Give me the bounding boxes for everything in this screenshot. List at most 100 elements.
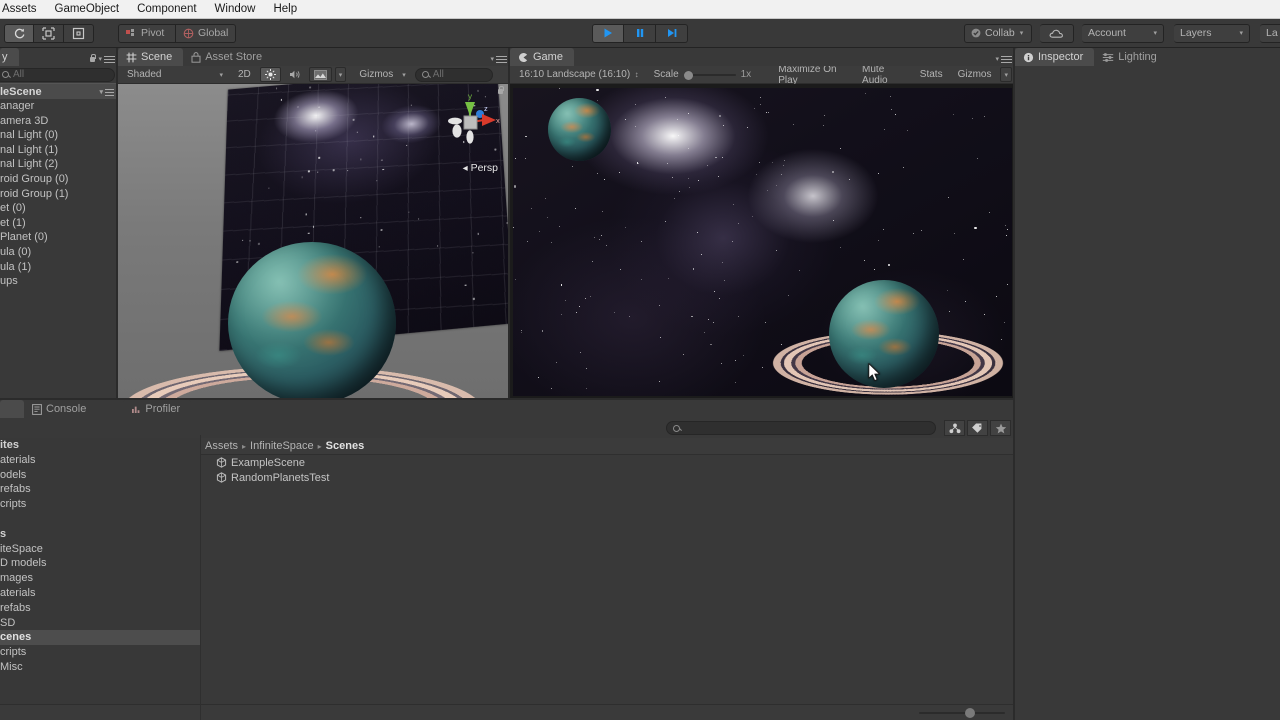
- maximize-on-play-button[interactable]: Maximize On Play: [772, 67, 853, 82]
- vertical-divider-right[interactable]: [1013, 48, 1015, 720]
- project-tree-item[interactable]: aterials: [0, 586, 200, 601]
- hierarchy-item[interactable]: Planet (0): [0, 230, 118, 245]
- project-tree-item[interactable]: ites: [0, 438, 200, 453]
- collab-button[interactable]: Collab ▾: [964, 24, 1032, 43]
- scene-panel-menu[interactable]: ▾: [490, 55, 507, 63]
- game-viewport[interactable]: [510, 84, 1015, 400]
- hamburger-icon[interactable]: [104, 55, 115, 63]
- hierarchy-item[interactable]: ula (0): [0, 245, 118, 260]
- layout-button[interactable]: La: [1260, 24, 1280, 43]
- scale-tool-button[interactable]: [34, 24, 64, 43]
- tab-console[interactable]: Console: [24, 400, 97, 418]
- hamburger-icon[interactable]: [105, 88, 114, 96]
- hierarchy-scene-row[interactable]: leScene ▾: [0, 83, 118, 99]
- favorite-filter-button[interactable]: [990, 420, 1011, 436]
- hierarchy-item[interactable]: roid Group (0): [0, 172, 118, 187]
- hierarchy-search-input[interactable]: All: [0, 68, 115, 82]
- game-gizmos-dropdown[interactable]: ▾: [1000, 67, 1012, 82]
- step-button[interactable]: [656, 24, 688, 43]
- hierarchy-item[interactable]: et (1): [0, 216, 118, 231]
- hierarchy-item[interactable]: nal Light (0): [0, 128, 118, 143]
- toggle-2d-button[interactable]: 2D: [232, 67, 257, 82]
- scene-orientation-gizmo[interactable]: y z x: [438, 90, 502, 154]
- project-tree-item-selected[interactable]: cenes: [0, 630, 200, 645]
- project-tree-item[interactable]: cripts: [0, 497, 200, 512]
- hierarchy-item[interactable]: roid Group (1): [0, 187, 118, 202]
- hamburger-icon[interactable]: [496, 55, 507, 63]
- type-filter-button[interactable]: [944, 420, 965, 436]
- scene-row-menu[interactable]: ▾: [99, 88, 114, 96]
- mute-audio-button[interactable]: Mute Audio: [856, 67, 911, 82]
- hierarchy-item[interactable]: amera 3D: [0, 114, 118, 129]
- menu-item-window[interactable]: Window: [206, 0, 265, 18]
- hierarchy-item[interactable]: et (0): [0, 201, 118, 216]
- hierarchy-item[interactable]: nal Light (1): [0, 143, 118, 158]
- hierarchy-panel-menu[interactable]: ▾: [88, 54, 115, 63]
- menu-item-gameobject[interactable]: GameObject: [46, 0, 129, 18]
- account-button[interactable]: Account ▾: [1082, 24, 1164, 43]
- vertical-divider-project[interactable]: [200, 435, 201, 720]
- menu-item-help[interactable]: Help: [264, 0, 306, 18]
- breadcrumb-item[interactable]: Scenes: [326, 440, 365, 452]
- scene-viewport[interactable]: y z x ◂ Persp: [118, 84, 510, 400]
- project-tree-item[interactable]: s: [0, 527, 200, 542]
- hamburger-icon[interactable]: [1001, 55, 1012, 63]
- project-tree-item[interactable]: iteSpace: [0, 542, 200, 557]
- menu-item-component[interactable]: Component: [128, 0, 205, 18]
- project-tree-item[interactable]: odels: [0, 468, 200, 483]
- rotate-tool-button[interactable]: [4, 24, 34, 43]
- tab-hierarchy[interactable]: y: [0, 48, 19, 66]
- vertical-divider-hierarchy[interactable]: [116, 48, 118, 400]
- asset-row[interactable]: RandomPlanetsTest: [200, 470, 1015, 485]
- scene-effects-toggle[interactable]: [309, 67, 332, 82]
- rect-tool-button[interactable]: [64, 24, 94, 43]
- lock-icon[interactable]: [88, 54, 96, 63]
- tab-profiler[interactable]: Profiler: [123, 400, 191, 418]
- project-tree-item[interactable]: refabs: [0, 482, 200, 497]
- cloud-button[interactable]: [1040, 24, 1074, 43]
- project-tree-item[interactable]: SD: [0, 616, 200, 631]
- menu-item-assets[interactable]: Assets: [0, 0, 46, 18]
- project-folder-tree[interactable]: ites aterials odels refabs cripts s iteSpace D …: [0, 438, 200, 720]
- project-tree-item[interactable]: mages: [0, 571, 200, 586]
- tab-asset-store[interactable]: Asset Store: [183, 48, 273, 66]
- play-button[interactable]: [592, 24, 624, 43]
- project-tree-item[interactable]: Misc: [0, 660, 200, 675]
- shading-mode-dropdown[interactable]: Shaded ▾: [121, 67, 229, 82]
- tab-project[interactable]: [0, 400, 24, 418]
- asset-row[interactable]: ExampleScene: [200, 455, 1015, 470]
- hierarchy-item[interactable]: nal Light (2): [0, 157, 118, 172]
- tab-scene[interactable]: Scene: [118, 48, 183, 66]
- pivot-button[interactable]: Pivot: [118, 24, 176, 43]
- project-search-input[interactable]: [666, 421, 936, 435]
- scene-lighting-toggle[interactable]: [260, 67, 281, 82]
- pause-button[interactable]: [624, 24, 656, 43]
- project-tree-item[interactable]: aterials: [0, 453, 200, 468]
- label-filter-button[interactable]: [967, 420, 988, 436]
- scene-audio-toggle[interactable]: [284, 67, 306, 82]
- tab-lighting[interactable]: Lighting: [1094, 48, 1168, 66]
- scale-slider-track[interactable]: [684, 70, 736, 79]
- hierarchy-item[interactable]: anager: [0, 99, 118, 114]
- aspect-ratio-dropdown[interactable]: 16:10 Landscape (16:10) ↕: [513, 67, 645, 82]
- project-zoom-slider[interactable]: [919, 712, 1005, 714]
- project-tree-item[interactable]: refabs: [0, 601, 200, 616]
- scale-slider-knob[interactable]: [684, 71, 693, 80]
- scene-gizmos-button[interactable]: Gizmos ▾: [353, 67, 411, 82]
- global-button[interactable]: Global: [176, 24, 236, 43]
- game-panel-menu[interactable]: ▾: [995, 55, 1012, 63]
- hierarchy-item[interactable]: ups: [0, 274, 118, 289]
- layers-button[interactable]: Layers ▾: [1174, 24, 1250, 43]
- breadcrumb-item[interactable]: InfiniteSpace: [250, 440, 314, 452]
- scene-projection-label[interactable]: ◂ Persp: [463, 162, 498, 174]
- vertical-divider-scene[interactable]: [508, 48, 510, 400]
- asset-list[interactable]: ExampleScene RandomPlanetsTest: [200, 455, 1015, 485]
- scene-search-input[interactable]: All: [415, 68, 493, 82]
- hierarchy-item[interactable]: ula (1): [0, 260, 118, 275]
- tab-game[interactable]: Game: [510, 48, 574, 66]
- project-tree-item[interactable]: cripts: [0, 645, 200, 660]
- project-tree-item[interactable]: [0, 512, 200, 527]
- stats-button[interactable]: Stats: [914, 67, 949, 82]
- tab-inspector[interactable]: Inspector: [1015, 48, 1094, 66]
- game-scale-slider[interactable]: Scale 1x: [648, 67, 758, 82]
